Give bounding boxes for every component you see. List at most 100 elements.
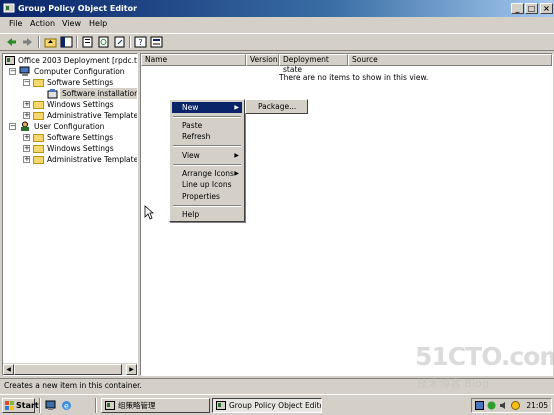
tree-item-label: Windows Settings: [47, 144, 114, 153]
collapse-icon[interactable]: −: [23, 79, 30, 86]
tree-horizontal-scrollbar[interactable]: ◀ ▶: [3, 363, 137, 375]
taskbar-separator: [95, 398, 97, 413]
menu-separator: [173, 164, 241, 166]
start-button[interactable]: Start: [2, 398, 39, 413]
windows-logo-icon: [5, 401, 14, 410]
expand-icon[interactable]: +: [23, 145, 30, 152]
scroll-left-icon[interactable]: ◀: [3, 364, 14, 375]
tree-item-label: Software Settings: [47, 78, 114, 87]
up-folder-icon[interactable]: [44, 36, 57, 48]
console-tree[interactable]: Office 2003 Deployment [rpdc.test − Comp…: [2, 53, 138, 376]
collapse-icon[interactable]: −: [9, 68, 16, 75]
toolbar-separator: [129, 36, 131, 48]
menu-item-help[interactable]: Help: [172, 209, 242, 220]
menu-help[interactable]: Help: [89, 19, 107, 28]
context-menu: New ▶ Paste Refresh View ▶ Arrange Icons…: [169, 99, 245, 222]
folder-icon: [33, 112, 44, 120]
submenu-arrow-icon: ▶: [234, 104, 239, 111]
expand-icon[interactable]: +: [23, 112, 30, 119]
properties-icon[interactable]: [81, 36, 94, 48]
svg-text:e: e: [64, 402, 69, 411]
close-button[interactable]: ×: [540, 3, 553, 14]
expand-icon[interactable]: +: [23, 156, 30, 163]
window-title: Group Policy Object Editor: [18, 4, 138, 13]
back-arrow-icon[interactable]: [5, 36, 18, 48]
expand-icon[interactable]: +: [23, 134, 30, 141]
scroll-right-icon[interactable]: ▶: [126, 364, 137, 375]
tree-item-label: Computer Configuration: [34, 67, 125, 76]
column-header-source[interactable]: Source: [348, 54, 552, 66]
new-submenu: Package...: [245, 99, 308, 114]
menu-view[interactable]: View: [62, 19, 81, 28]
taskbar-button-label: Group Policy Object Editor: [229, 401, 322, 410]
network-icon[interactable]: [475, 401, 484, 410]
menu-item-package[interactable]: Package...: [248, 101, 305, 112]
internet-explorer-icon[interactable]: e: [61, 400, 72, 411]
folder-icon: [33, 156, 44, 164]
refresh-icon[interactable]: [97, 36, 110, 48]
toolbar-separator: [38, 36, 40, 48]
tree-item-label: Software installation: [60, 88, 137, 99]
security-icon[interactable]: [487, 401, 496, 410]
minimize-button[interactable]: _: [511, 3, 524, 14]
menu-item-line-up-icons[interactable]: Line up Icons: [172, 179, 242, 190]
toolbar-separator: [76, 36, 78, 48]
column-header-name[interactable]: Name: [141, 54, 246, 66]
export-list-icon[interactable]: [113, 36, 126, 48]
watermark-logo: 51CTO.com: [415, 342, 554, 371]
taskbar: Start e 组策略管理 Group Policy Object Editor…: [0, 394, 554, 415]
empty-list-message: There are no items to show in this view.: [279, 73, 429, 82]
collapse-icon[interactable]: −: [9, 123, 16, 130]
submenu-arrow-icon: ▶: [234, 152, 239, 159]
taskbar-button-label: 组策略管理: [118, 401, 156, 410]
scroll-thumb[interactable]: [14, 364, 122, 375]
column-header-version[interactable]: Version: [246, 54, 279, 66]
menu-separator: [173, 116, 241, 118]
tree-item-label: Administrative Templates: [47, 111, 138, 120]
tree-item-label: Administrative Templates: [47, 155, 138, 164]
view-icon[interactable]: [150, 36, 163, 48]
forward-arrow-icon[interactable]: [21, 36, 34, 48]
folder-icon: [33, 145, 44, 153]
column-header-deployment-state[interactable]: Deployment state: [279, 54, 348, 74]
show-hide-tree-icon[interactable]: [60, 36, 73, 48]
quicklaunch-separator: [39, 398, 41, 413]
tree-item-label: Windows Settings: [47, 100, 114, 109]
folder-icon: [33, 101, 44, 109]
tree-item-label: User Configuration: [34, 122, 105, 131]
expand-icon[interactable]: +: [23, 101, 30, 108]
menu-item-properties[interactable]: Properties: [172, 191, 242, 202]
menu-action[interactable]: Action: [30, 19, 55, 28]
menu-item-view[interactable]: View ▶: [172, 150, 242, 161]
maximize-button[interactable]: □: [525, 3, 538, 14]
title-bar[interactable]: Group Policy Object Editor _ □ ×: [0, 0, 554, 17]
gpo-icon: [216, 401, 226, 410]
alert-icon[interactable]: [511, 401, 520, 410]
menu-file[interactable]: File: [9, 19, 22, 28]
submenu-arrow-icon: ▶: [234, 170, 239, 177]
taskbar-button-gpmc[interactable]: 组策略管理: [101, 398, 210, 413]
software-installation-icon: [47, 89, 58, 99]
clock: 21:05: [526, 401, 548, 410]
gpo-editor-window: Group Policy Object Editor _ □ × File Ac…: [0, 0, 554, 394]
folder-icon: [33, 79, 44, 87]
menu-separator: [173, 145, 241, 147]
menu-item-label: New: [182, 103, 199, 112]
watermark-subtitle: 技术博客 Blog: [417, 377, 489, 390]
menu-item-paste[interactable]: Paste: [172, 120, 242, 131]
menu-item-label: View: [182, 151, 200, 160]
toolbar: ?: [0, 33, 554, 51]
menu-item-arrange-icons[interactable]: Arrange Icons ▶: [172, 168, 242, 179]
start-label: Start: [16, 401, 39, 410]
taskbar-button-gpo-editor[interactable]: Group Policy Object Editor: [212, 398, 322, 413]
system-tray: 21:05: [471, 398, 552, 413]
menu-bar: File Action View Help: [0, 17, 554, 33]
volume-icon[interactable]: [499, 401, 508, 410]
desktop-icon[interactable]: [45, 400, 56, 411]
mouse-pointer-icon: [144, 205, 154, 220]
help-icon[interactable]: ?: [134, 36, 147, 48]
gpmc-icon: [105, 401, 115, 410]
menu-item-refresh[interactable]: Refresh: [172, 131, 242, 142]
menu-item-new[interactable]: New ▶: [172, 102, 242, 113]
tree-item-label: Office 2003 Deployment [rpdc.test: [18, 56, 138, 65]
